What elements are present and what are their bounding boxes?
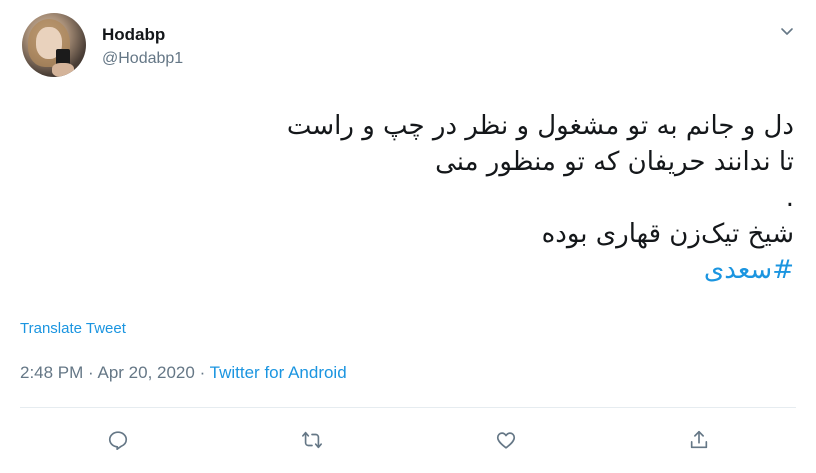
share-button[interactable] [686, 427, 712, 453]
tweet-source-link[interactable]: Twitter for Android [210, 363, 347, 382]
retweet-button[interactable] [299, 427, 325, 453]
author-display-name[interactable]: Hodabp [102, 25, 165, 45]
divider [20, 407, 796, 408]
like-button[interactable] [493, 427, 519, 453]
tweet-line: دل و جانم به تو مشغول و نظر در چپ و راست [286, 111, 794, 141]
share-icon [690, 430, 708, 449]
tweet-text: دل و جانم به تو مشغول و نظر در چپ و راست… [94, 108, 794, 288]
avatar[interactable] [22, 13, 86, 77]
tweet-line: . [785, 183, 794, 213]
meta-separator: · [83, 363, 98, 382]
tweet-meta: 2:48 PM · Apr 20, 2020 · Twitter for And… [20, 363, 347, 383]
hashtag-link[interactable]: #سعدی [94, 252, 794, 288]
tweet-line: تا ندانند حریفان که تو منظور منی [435, 147, 794, 177]
tweet-time[interactable]: 2:48 PM [20, 363, 83, 382]
tweet-date[interactable]: Apr 20, 2020 [97, 363, 194, 382]
reply-icon [108, 431, 128, 450]
translate-tweet-link[interactable]: Translate Tweet [20, 320, 126, 337]
like-icon [496, 432, 516, 449]
retweet-icon [302, 431, 322, 449]
author-username[interactable]: @Hodabp1 [102, 50, 183, 68]
chevron-down-icon[interactable] [779, 23, 795, 39]
avatar-hand [52, 63, 74, 77]
meta-separator: · [194, 363, 210, 382]
reply-button[interactable] [105, 427, 131, 453]
tweet-line: شیخ تیک‌زن قهاری بوده [541, 219, 794, 249]
